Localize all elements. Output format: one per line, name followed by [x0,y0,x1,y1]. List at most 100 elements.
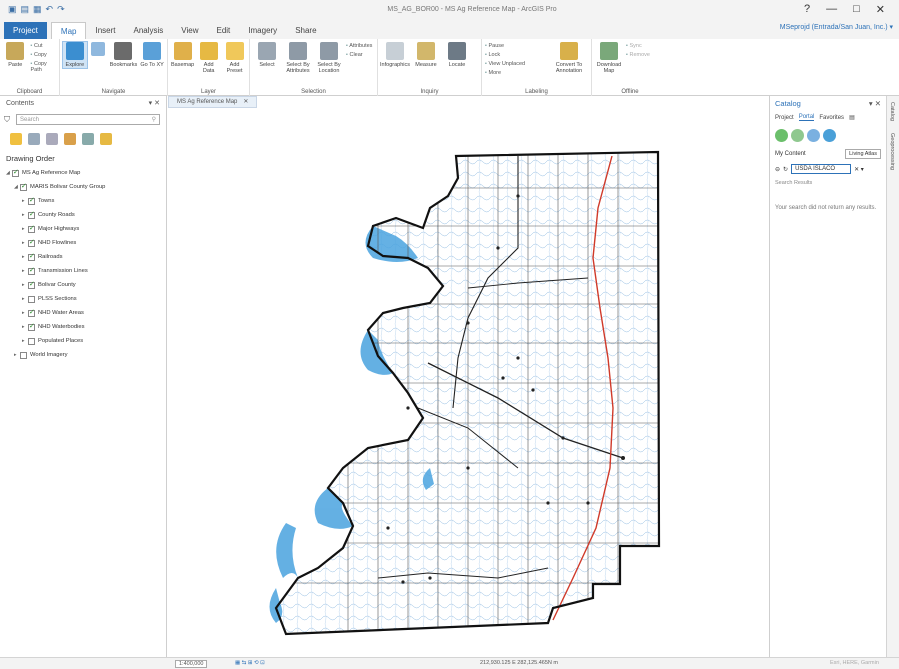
scale-input[interactable]: 1:400,000 [175,660,208,668]
locate-button[interactable]: Locate [443,42,471,68]
convert-annotation-button[interactable]: Convert To Annotation [550,42,588,74]
living-atlas-icon[interactable] [823,129,836,142]
data-source-icon[interactable] [28,133,40,145]
tab-imagery[interactable]: Imagery [239,22,286,39]
organization-icon[interactable] [807,129,820,142]
sync-button[interactable]: Sync [626,43,650,49]
layer-item[interactable]: ▸Railroads [0,250,166,264]
clear-search-icon[interactable]: ✕ ▾ [854,166,864,173]
layer-item[interactable]: ▸ Populated Places [0,334,166,348]
layer-visibility-checkbox[interactable] [28,252,35,261]
copy-button[interactable]: Copy [30,52,56,58]
bookmarks-button[interactable]: Bookmarks [110,42,137,68]
maximize-icon[interactable]: □ [853,3,860,16]
tab-analysis[interactable]: Analysis [124,22,172,39]
catalog-search-input[interactable]: USDA ISLACO [791,164,852,174]
copy-path-button[interactable]: Copy Path [30,61,56,73]
layer-item[interactable]: ▸Bolivar County [0,278,166,292]
tab-insert[interactable]: Insert [86,22,124,39]
open-icon[interactable]: ▤ [21,4,30,15]
layer-item[interactable]: ▸Major Highways [0,222,166,236]
pause-labels-button[interactable]: Pause [485,43,547,49]
save-icon[interactable]: ▦ [33,4,42,15]
zoom-tools[interactable] [90,42,107,58]
help-icon[interactable]: ? [804,3,810,16]
layer-visibility-checkbox[interactable] [28,322,35,331]
new-icon[interactable]: ▣ [8,4,17,15]
back-icon[interactable]: ⊖ [775,166,780,173]
layer-visibility-checkbox[interactable] [28,238,35,247]
layer-item[interactable]: ◢MS Ag Reference Map [0,166,166,180]
undo-icon[interactable]: ↶ [46,4,54,15]
layer-visibility-checkbox[interactable] [28,308,35,317]
layer-visibility-checkbox[interactable] [12,168,19,177]
select-by-location-button[interactable]: Select By Location [315,42,343,74]
layer-item[interactable]: ▸NHD Waterbodies [0,320,166,334]
view-unplaced-button[interactable]: View Unplaced [485,61,547,67]
close-icon[interactable]: ✕ [876,3,885,16]
layer-item[interactable]: ▸NHD Water Areas [0,306,166,320]
layer-item[interactable]: ▸ PLSS Sections [0,292,166,306]
pane-options-icon[interactable]: ▾ ✕ [869,99,881,108]
add-preset-button[interactable]: Add Preset [223,42,246,74]
map-canvas[interactable] [168,108,769,657]
layer-visibility-checkbox[interactable] [20,351,27,359]
infographics-button[interactable]: Infographics [380,42,410,68]
basemap-button[interactable]: Basemap [171,42,194,68]
map-view-tab[interactable]: MS Ag Reference Map ✕ [168,96,258,108]
layer-visibility-checkbox[interactable] [28,295,35,303]
groups-icon[interactable] [791,129,804,142]
close-tab-icon[interactable]: ✕ [243,97,248,107]
pane-options-icon[interactable]: ▾ ✕ [149,99,160,107]
contents-search-input[interactable]: Search ⚲ [16,114,160,125]
select-button[interactable]: Select [253,42,281,68]
navigation-icons[interactable]: ▦ ⇆ ⊞ ⟲ ⊡ [235,660,265,666]
layer-item[interactable]: ▸Towns [0,194,166,208]
map-view[interactable]: MS Ag Reference Map ✕ [168,96,769,657]
tab-view[interactable]: View [172,22,207,39]
paste-button[interactable]: Paste [3,42,27,68]
tab-share[interactable]: Share [286,22,325,39]
tab-project[interactable]: Project [4,22,47,39]
layer-visibility-checkbox[interactable] [28,266,35,275]
layer-visibility-checkbox[interactable] [20,182,27,191]
redo-icon[interactable]: ↷ [57,4,65,15]
my-content-icon[interactable] [775,129,788,142]
layer-visibility-checkbox[interactable] [28,280,35,289]
layer-item[interactable]: ▸ World Imagery [0,348,166,362]
select-by-attributes-button[interactable]: Select By Attributes [284,42,312,74]
user-account[interactable]: MSeprojd (Entrada/San Juan, Inc.) ▾ [780,23,893,31]
explore-button[interactable]: Explore [62,41,88,69]
download-map-button[interactable]: Download Map [595,42,623,74]
refresh-icon[interactable]: ↻ [783,166,788,173]
layer-visibility-checkbox[interactable] [28,196,35,205]
catalog-tab-favorites[interactable]: Favorites [819,115,844,121]
tab-map[interactable]: Map [50,22,87,39]
catalog-tab-project[interactable]: Project [775,115,794,121]
layer-item[interactable]: ▸County Roads [0,208,166,222]
cut-button[interactable]: Cut [30,43,56,49]
layer-visibility-checkbox[interactable] [28,210,35,219]
drawing-order-icon[interactable] [10,133,22,145]
attributes-button[interactable]: Attributes [346,43,372,49]
tab-edit[interactable]: Edit [207,22,239,39]
living-atlas-button[interactable]: Living Atlas [845,149,881,159]
labeling-icon[interactable] [100,133,112,145]
catalog-tab-portal[interactable]: Portal [798,114,815,121]
goto-xy-button[interactable]: Go To XY [140,42,164,68]
remove-button[interactable]: Remove [626,52,649,58]
add-data-button[interactable]: Add Data [197,42,220,74]
layer-visibility-checkbox[interactable] [28,224,35,233]
clear-button[interactable]: Clear [346,52,372,58]
layer-visibility-checkbox[interactable] [28,337,35,345]
layer-item[interactable]: ▸NHD Flowlines [0,236,166,250]
minimize-icon[interactable]: — [826,3,837,16]
snapping-icon[interactable] [82,133,94,145]
editing-icon[interactable] [64,133,76,145]
more-button[interactable]: More [485,70,547,76]
search-icon[interactable]: ⚲ [152,116,156,123]
lock-labels-button[interactable]: Lock [485,52,547,58]
side-tab-catalog[interactable]: Catalog [887,96,897,127]
filter-icon[interactable]: ⛉ [4,115,10,125]
side-tab-geoprocessing[interactable]: Geoprocessing [887,127,897,176]
